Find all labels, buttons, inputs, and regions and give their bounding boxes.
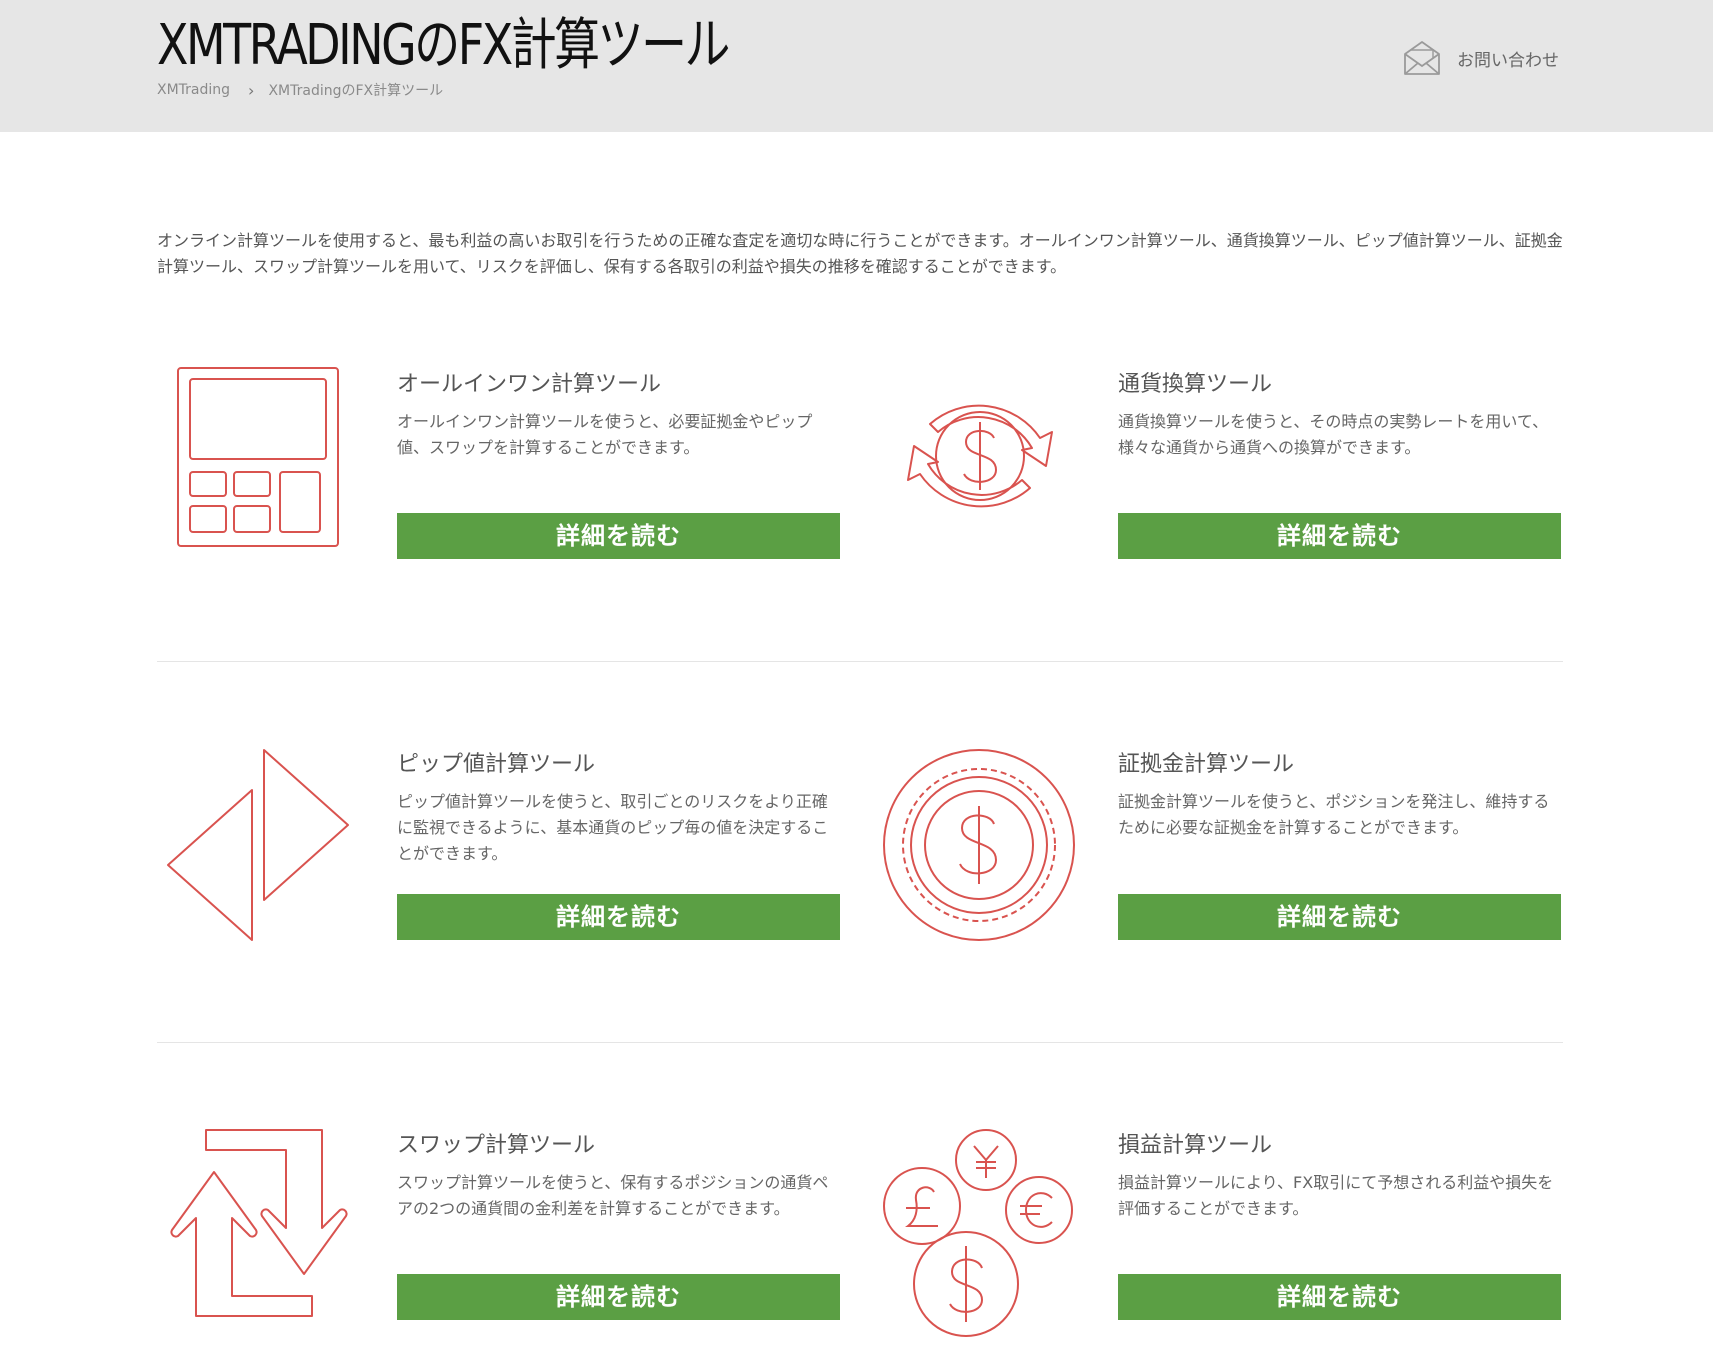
- tool-title-margin: 証拠金計算ツール: [1118, 752, 1295, 777]
- intro-text: オンライン計算ツールを使用すると、最も利益の高いお取引を行うための正確な査定を適…: [157, 231, 1563, 276]
- tool-title-pip-value: ピップ値計算ツール: [397, 752, 596, 777]
- tool-title-swap: スワップ計算ツール: [397, 1133, 596, 1158]
- calculator-icon: [177, 367, 339, 547]
- read-more-button-pip-value[interactable]: 詳細を読む: [397, 894, 840, 940]
- page-title: XMTRADINGのFX計算ツール: [157, 13, 730, 78]
- contact-link[interactable]: お問い合わせ: [1403, 40, 1559, 76]
- currency-exchange-icon: [907, 404, 1053, 508]
- dollar-coin-icon: [883, 749, 1075, 941]
- tool-title-profit-loss: 損益計算ツール: [1118, 1133, 1273, 1158]
- breadcrumb: XMTrading › XMTradingのFX計算ツール: [157, 80, 443, 100]
- read-more-button-profit-loss[interactable]: 詳細を読む: [1118, 1274, 1561, 1320]
- tool-desc-margin: 証拠金計算ツールを使うと、ポジションを発注し、維持するために必要な証拠金を計算す…: [1118, 792, 1550, 837]
- breadcrumb-home-link[interactable]: XMTrading: [157, 82, 230, 98]
- tool-title-currency-converter: 通貨換算ツール: [1118, 372, 1273, 397]
- section-divider: [157, 661, 1563, 662]
- tool-desc-pip-value: ピップ値計算ツールを使うと、取引ごとのリスクをより正確に監視できるように、基本通…: [397, 792, 829, 863]
- tool-desc-all-in-one: オールインワン計算ツールを使うと、必要証拠金やピップ値、スワップを計算することが…: [397, 412, 813, 457]
- chevron-right-icon: ›: [248, 80, 255, 100]
- page-header: XMTRADINGのFX計算ツール XMTrading › XMTradingの…: [0, 0, 1713, 132]
- section-divider: [157, 1042, 1563, 1043]
- breadcrumb-current: XMTradingのFX計算ツール: [268, 83, 444, 99]
- tool-desc-swap: スワップ計算ツールを使うと、保有するポジションの通貨ペアの2つの通貨間の金利差を…: [397, 1173, 829, 1218]
- tool-title-all-in-one: オールインワン計算ツール: [397, 372, 662, 397]
- pip-arrows-icon: [167, 749, 349, 941]
- read-more-button-margin[interactable]: 詳細を読む: [1118, 894, 1561, 940]
- tool-desc-profit-loss: 損益計算ツールにより、FX取引にて予想される利益や損失を評価することができます。: [1118, 1173, 1554, 1218]
- read-more-button-currency-converter[interactable]: 詳細を読む: [1118, 513, 1561, 559]
- contact-label: お問い合わせ: [1457, 50, 1559, 71]
- envelope-icon: [1404, 41, 1440, 75]
- currency-coins-icon: [883, 1129, 1073, 1337]
- read-more-button-swap[interactable]: 詳細を読む: [397, 1274, 840, 1320]
- read-more-button-all-in-one[interactable]: 詳細を読む: [397, 513, 840, 559]
- swap-arrows-icon: [170, 1129, 348, 1317]
- tool-desc-currency-converter: 通貨換算ツールを使うと、その時点の実勢レートを用いて、様々な通貨から通貨への換算…: [1118, 412, 1549, 457]
